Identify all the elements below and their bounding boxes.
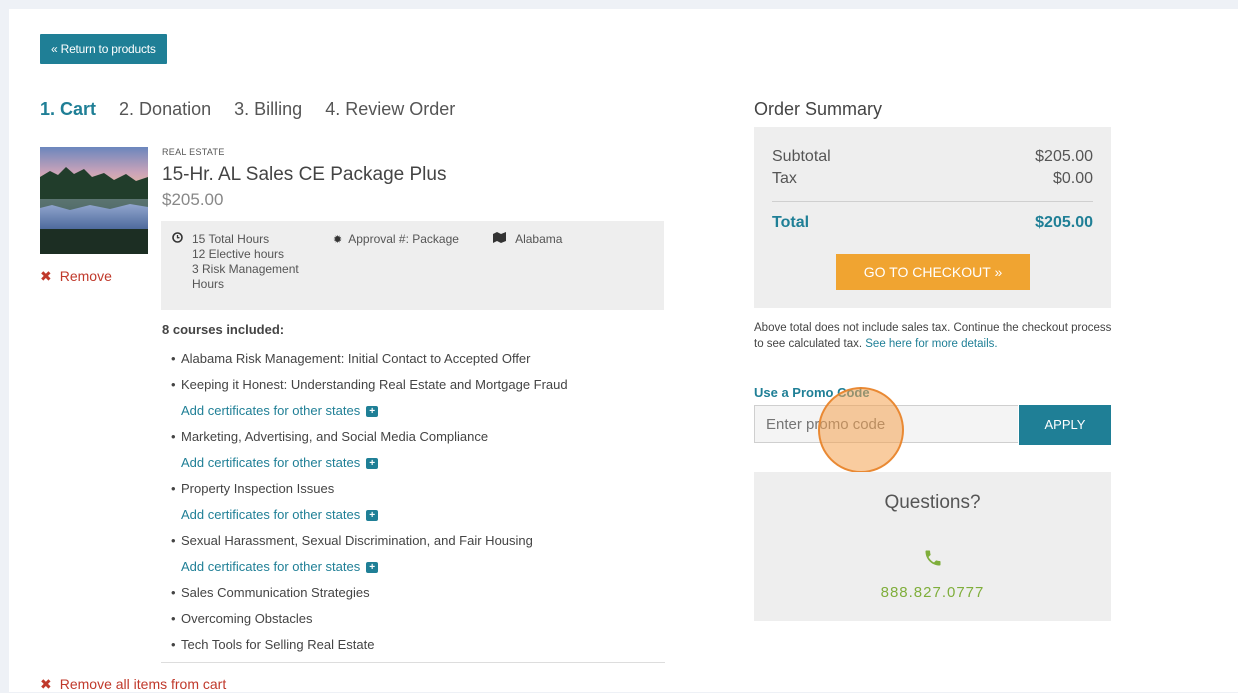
return-to-products-button[interactable]: « Return to products bbox=[40, 34, 167, 64]
order-summary-box: Subtotal $205.00 Tax $0.00 Total $205.00… bbox=[754, 127, 1111, 308]
plus-icon: + bbox=[366, 406, 379, 418]
list-item: • Tech Tools for Selling Real Estate bbox=[171, 637, 375, 652]
plus-icon: + bbox=[366, 562, 379, 574]
summary-divider bbox=[772, 201, 1093, 202]
remove-label: Remove bbox=[59, 268, 112, 284]
list-item: • Marketing, Advertising, and Social Medi… bbox=[171, 429, 489, 444]
clock-icon bbox=[172, 232, 183, 248]
add-certificates-link[interactable]: Add certificates for other states + bbox=[171, 554, 568, 580]
total-hours: 15 Total Hours bbox=[192, 232, 270, 246]
courses-heading: 8 courses included: bbox=[162, 322, 285, 337]
product-title[interactable]: 15-Hr. AL Sales CE Package Plus bbox=[162, 164, 446, 186]
state-text: Alabama bbox=[515, 232, 563, 246]
remove-all-items-button[interactable]: ✖ Remove all items from cart bbox=[40, 676, 226, 693]
list-item: • Sales Communication Strategies bbox=[171, 585, 370, 600]
phone-number[interactable]: 888.827.0777 bbox=[754, 584, 1111, 601]
promo-code-input[interactable] bbox=[754, 405, 1018, 443]
cart-page: « Return to products 1. Cart 2. Donation… bbox=[9, 9, 1238, 692]
checkout-steps: 1. Cart 2. Donation 3. Billing 4. Review… bbox=[40, 99, 473, 120]
step-cart[interactable]: 1. Cart bbox=[40, 99, 96, 119]
hours-info: 15 Total Hours 12 Elective hours 3 Risk … bbox=[172, 232, 332, 292]
plus-icon: + bbox=[366, 510, 379, 522]
step-donation[interactable]: 2. Donation bbox=[119, 99, 211, 119]
questions-title: Questions? bbox=[884, 492, 981, 513]
list-item: • Keeping it Honest: Understanding Real E… bbox=[171, 377, 568, 392]
remove-all-label: Remove all items from cart bbox=[59, 676, 227, 692]
tax-details-link[interactable]: See here for more details. bbox=[865, 338, 997, 350]
subtotal-row: Subtotal $205.00 bbox=[772, 148, 1093, 166]
list-item: • Sexual Harassment, Sexual Discriminatio… bbox=[171, 533, 533, 548]
remove-x-icon: ✖ bbox=[40, 676, 52, 692]
plus-icon: + bbox=[366, 458, 379, 470]
approval-info: ✹ Approval #: Package bbox=[333, 232, 459, 246]
add-certificates-link[interactable]: Add certificates for other states + bbox=[171, 502, 568, 528]
total-label: Total bbox=[772, 214, 810, 231]
product-price: $205.00 bbox=[162, 190, 224, 209]
badge-icon: ✹ bbox=[333, 234, 343, 246]
tax-label: Tax bbox=[772, 170, 797, 187]
divider bbox=[161, 662, 665, 663]
risk-management-hours: 3 Risk Management Hours bbox=[192, 262, 299, 291]
tax-row: Tax $0.00 bbox=[772, 170, 1093, 188]
list-item: • Property Inspection Issues bbox=[171, 481, 335, 496]
elective-hours: 12 Elective hours bbox=[192, 247, 285, 261]
go-to-checkout-button[interactable]: GO TO CHECKOUT » bbox=[836, 254, 1030, 290]
questions-box: Questions? 888.827.0777 bbox=[754, 472, 1111, 621]
subtotal-value: $205.00 bbox=[1035, 148, 1093, 165]
subtotal-label: Subtotal bbox=[772, 148, 831, 165]
tax-value: $0.00 bbox=[1052, 170, 1093, 187]
approval-text: Approval #: Package bbox=[348, 232, 459, 246]
product-meta-box: 15 Total Hours 12 Elective hours 3 Risk … bbox=[161, 221, 664, 310]
step-review-order[interactable]: 4. Review Order bbox=[325, 99, 455, 119]
step-billing[interactable]: 3. Billing bbox=[234, 99, 302, 119]
add-certificates-link[interactable]: Add certificates for other states + bbox=[171, 450, 568, 476]
total-row: Total $205.00 bbox=[772, 214, 1093, 232]
phone-icon bbox=[754, 548, 1111, 573]
product-thumbnail bbox=[40, 147, 148, 254]
add-certificates-link[interactable]: Add certificates for other states + bbox=[171, 398, 568, 424]
product-category: REAL ESTATE bbox=[162, 147, 225, 157]
tax-note: Above total does not include sales tax. … bbox=[754, 320, 1114, 352]
order-summary-title: Order Summary bbox=[754, 99, 883, 119]
lake-landscape-image bbox=[40, 147, 148, 254]
total-value: $205.00 bbox=[1035, 214, 1093, 231]
remove-item-button[interactable]: ✖ Remove bbox=[40, 268, 112, 285]
state-info: Alabama bbox=[493, 232, 562, 246]
map-icon bbox=[493, 232, 509, 246]
remove-x-icon: ✖ bbox=[40, 268, 52, 284]
list-item: • Overcoming Obstacles bbox=[171, 611, 313, 626]
list-item: • Alabama Risk Management: Initial Contac… bbox=[171, 351, 531, 366]
course-list: • Alabama Risk Management: Initial Contac… bbox=[171, 346, 568, 658]
apply-promo-button[interactable]: APPLY bbox=[1019, 405, 1111, 445]
promo-code-label: Use a Promo Code bbox=[754, 385, 870, 400]
